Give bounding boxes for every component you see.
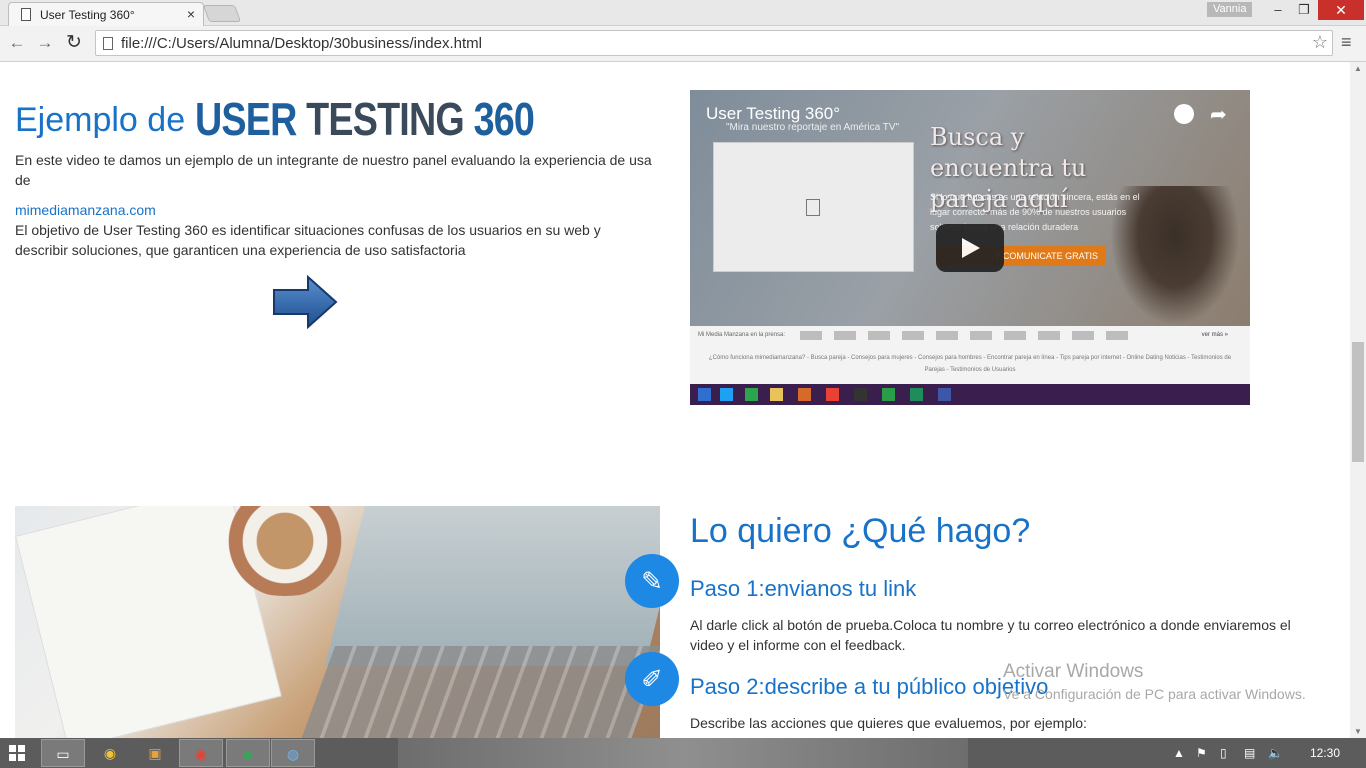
document-icon (21, 8, 31, 21)
minimize-button[interactable]: – (1265, 0, 1291, 20)
press-strip: Mi Media Manzana en la prensa: ver más »… (690, 326, 1250, 384)
plugin-icon (806, 199, 820, 216)
brand-word-testing: TESTING (305, 93, 465, 145)
folder-icon (770, 388, 783, 401)
back-button[interactable]: ← (6, 32, 28, 54)
objective-text: El objetivo de User Testing 360 es ident… (15, 222, 601, 258)
tab-title: User Testing 360° (40, 8, 135, 22)
page-viewport: Ejemplo de USER TESTING 360 En este vide… (0, 62, 1350, 738)
file-explorer-icon[interactable]: ▭ (41, 739, 85, 767)
tray-expand-icon[interactable]: ▲ (1173, 746, 1185, 760)
browser-taskbar-icon[interactable]: ◍ (271, 739, 315, 767)
windows-taskbar: ▭ ◉ ▣ ◉ ◆ ◍ ▲ ⚑ ▯ ▤ 🔈 12:30 (0, 738, 1366, 768)
laptop-screen-shape (325, 506, 660, 666)
chrome-icon (826, 388, 839, 401)
tv-caption: "Mira nuestro reportaje en América TV" (726, 122, 900, 133)
browser-tab[interactable]: User Testing 360° × (8, 2, 204, 26)
press-logos (800, 331, 1140, 340)
mimediamanzana-link[interactable]: mimediamanzana.com (15, 202, 156, 218)
chrome-active-taskbar-icon[interactable]: ◉ (179, 739, 223, 767)
flag-icon[interactable]: ⚑ (1196, 746, 1207, 760)
press-label: Mi Media Manzana en la prensa: (698, 332, 786, 338)
restore-button[interactable]: ❐ (1291, 0, 1317, 20)
sketch-taskbar-icon[interactable]: ◆ (226, 739, 270, 767)
app-icon (854, 388, 867, 401)
page-icon (103, 37, 113, 50)
pencil-ruler-icon: ✐ (625, 652, 679, 706)
address-bar[interactable]: file:///C:/Users/Alumna/Desktop/30busine… (95, 30, 1333, 56)
share-icon[interactable]: ➦ (1210, 102, 1227, 127)
brand-word-360: 360 (473, 93, 534, 145)
window-close-button[interactable]: ✕ (1318, 0, 1364, 20)
app-taskbar-icon[interactable]: ▣ (133, 739, 177, 767)
device-icon[interactable]: ▯ (1220, 746, 1227, 760)
app-icon (882, 388, 895, 401)
step1-text: Al darle click al botón de prueba.Coloca… (690, 617, 1291, 653)
section-title: Ejemplo de USER TESTING 360 (15, 92, 608, 146)
forward-button[interactable]: → (34, 32, 56, 54)
taskbar-clock[interactable]: 12:30 (1310, 746, 1340, 760)
chrome-taskbar-icon[interactable]: ◉ (88, 739, 132, 767)
step2-text: Describe las acciones que quieres que ev… (690, 715, 1087, 731)
browser-toolbar: ← → ↻ file:///C:/Users/Alumna/Desktop/30… (0, 26, 1366, 62)
volume-icon[interactable]: 🔈 (1268, 746, 1283, 760)
activate-windows-title: Activar Windows (1003, 661, 1144, 682)
arrow-right-icon (273, 275, 338, 329)
missing-plugin-box (713, 142, 914, 272)
profile-badge[interactable]: Vannia (1207, 2, 1253, 17)
scroll-down-icon[interactable]: ▼ (1354, 727, 1362, 736)
reload-button[interactable]: ↻ (63, 32, 85, 54)
taskbar-empty-area (398, 738, 968, 768)
new-tab-button[interactable] (202, 5, 242, 22)
url-text[interactable]: file:///C:/Users/Alumna/Desktop/30busine… (121, 35, 482, 52)
network-icon[interactable]: ▤ (1244, 746, 1255, 760)
keyboard-shape (294, 646, 660, 738)
scroll-thumb[interactable] (1352, 342, 1364, 462)
faq-links: ¿Cómo funciona mimediamanzana? - Busca p… (708, 355, 1232, 373)
app-icon (910, 388, 923, 401)
bookmark-star-icon[interactable]: ☆ (1312, 32, 1328, 53)
windows-start-icon[interactable] (9, 745, 25, 761)
store-icon (745, 388, 758, 401)
ie-icon (720, 388, 733, 401)
video-taskbar (690, 384, 1250, 405)
app-icon (938, 388, 951, 401)
video-player[interactable]: User Testing 360° "Mira nuestro reportaj… (690, 90, 1250, 405)
pencil-icon: ✎ (625, 554, 679, 608)
section-heading: Lo quiero ¿Qué hago? (690, 512, 1031, 550)
video-title[interactable]: User Testing 360° (706, 104, 840, 124)
brand-word-user: USER (194, 93, 297, 145)
intro-text: En este video te damos un ejemplo de un … (15, 152, 652, 188)
step2-title: Paso 2:describe a tu público objetivo (690, 674, 1049, 699)
app-icon (798, 388, 811, 401)
watch-later-icon[interactable] (1174, 104, 1194, 124)
vertical-scrollbar[interactable]: ▲ ▼ (1350, 62, 1366, 738)
workspace-photo (15, 506, 660, 738)
see-more-link: ver más » (1201, 332, 1228, 338)
tab-close-icon[interactable]: × (187, 6, 195, 22)
chrome-menu-icon[interactable]: ≡ (1341, 32, 1352, 53)
activate-windows-subtitle: Ve a Configuración de PC para activar Wi… (1003, 686, 1306, 702)
start-icon (698, 388, 711, 401)
step1-title: Paso 1:envianos tu link (690, 576, 917, 601)
play-button-icon[interactable] (936, 224, 1004, 272)
scroll-up-icon[interactable]: ▲ (1354, 64, 1362, 73)
title-prefix: Ejemplo de (15, 101, 195, 139)
browser-titlebar: User Testing 360° × Vannia – ❐ ✕ (0, 0, 1366, 26)
brand-logo-text: USER TESTING 360 (194, 92, 535, 146)
